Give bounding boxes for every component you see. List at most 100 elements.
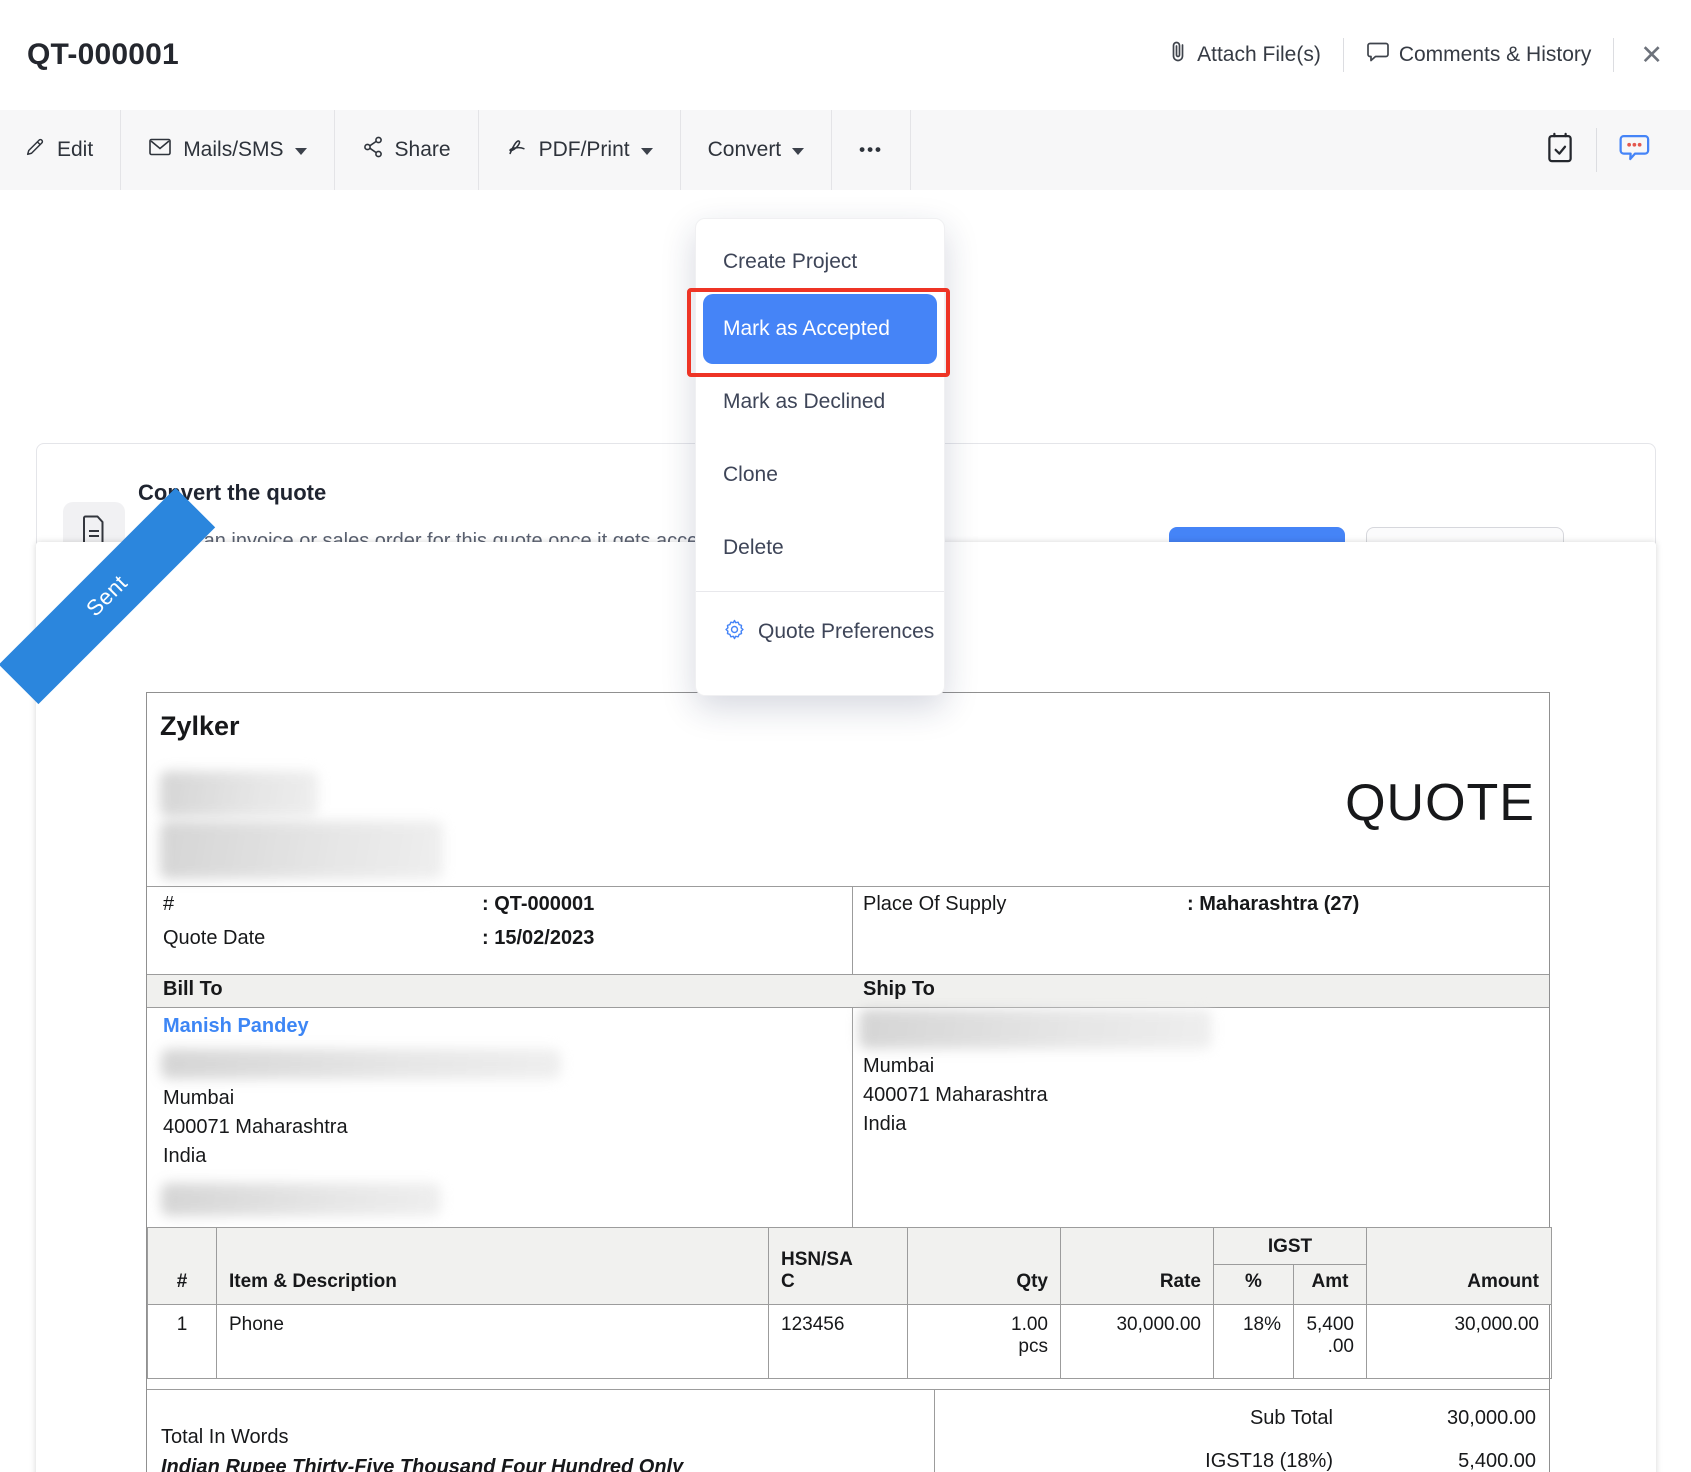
quote-date-label: Quote Date (163, 927, 265, 950)
quote-date-value: : 15/02/2023 (482, 927, 594, 950)
attach-files-label: Attach File(s) (1197, 43, 1321, 67)
app-header: QT-000001 Attach File(s) Comments & Hist… (0, 0, 1691, 111)
item-igst-pct: 18% (1214, 1305, 1294, 1379)
redacted-company-address (160, 821, 443, 879)
header-divider (1343, 38, 1344, 72)
col-header-igst-group: IGST (1214, 1228, 1367, 1265)
place-of-supply-value: : Maharashtra (27) (1187, 893, 1359, 916)
quote-preferences-label: Quote Preferences (758, 620, 934, 644)
col-header-num: # (148, 1228, 217, 1305)
gear-icon (723, 618, 746, 647)
items-table: # Item & Description HSN/SAC Qty Rate IG… (147, 1227, 1552, 1379)
item-igst-amt: 5,400 .00 (1294, 1305, 1367, 1379)
col-header-amount: Amount (1367, 1228, 1552, 1305)
edit-button[interactable]: Edit (0, 110, 121, 190)
redacted-billing-address (161, 1049, 561, 1079)
comments-history-button[interactable]: Comments & History (1366, 41, 1592, 69)
header-actions: Attach File(s) Comments & History ✕ (1168, 0, 1667, 110)
comment-bubble-icon (1366, 41, 1390, 69)
header-divider (1613, 38, 1614, 72)
quote-number-label: # (163, 893, 174, 916)
ship-country: India (863, 1113, 906, 1136)
mails-sms-label: Mails/SMS (183, 138, 283, 162)
menu-item-delete[interactable]: Delete (696, 510, 944, 586)
igst-value: 5,400.00 (1333, 1450, 1551, 1472)
bill-to-label: Bill To (163, 978, 223, 1001)
item-amount: 30,000.00 (1367, 1305, 1552, 1379)
pdf-print-label: PDF/Print (539, 138, 630, 162)
redacted-shipping-name (859, 1009, 1212, 1049)
convert-menu-button[interactable]: Convert (681, 110, 833, 190)
more-actions-button[interactable]: ••• (832, 110, 911, 190)
content-area: Convert the quote Create an invoice or s… (0, 190, 1691, 1472)
toolbar-right (1524, 110, 1673, 190)
quote-detail-page: QT-000001 Attach File(s) Comments & Hist… (0, 0, 1691, 1472)
bill-zip-state: 400071 Maharashtra (163, 1116, 348, 1139)
col-header-qty: Qty (908, 1228, 1061, 1305)
divider (147, 886, 1549, 887)
ship-to-label: Ship To (863, 978, 935, 1001)
subtotal-value: 30,000.00 (1333, 1407, 1551, 1430)
close-button[interactable]: ✕ (1636, 40, 1667, 71)
toolbar: Edit Mails/SMS Share PDF/Print Convert (0, 110, 1691, 191)
pencil-icon (24, 136, 46, 164)
igst-label: IGST18 (18%) (1205, 1450, 1333, 1472)
item-name: Phone (217, 1305, 769, 1379)
col-header-hsn: HSN/SAC (769, 1228, 908, 1305)
company-name: Zylker (160, 711, 240, 742)
pdf-icon (506, 136, 528, 164)
total-in-words-label: Total In Words (161, 1426, 288, 1449)
customer-name-link[interactable]: Manish Pandey (163, 1015, 309, 1038)
clipboard-check-icon (1545, 131, 1575, 170)
bill-country: India (163, 1145, 206, 1168)
menu-item-clone[interactable]: Clone (696, 440, 944, 510)
chevron-down-icon (641, 148, 653, 155)
item-row: 1 Phone 123456 1.00 pcs 30,000.00 18% 5,… (148, 1305, 1552, 1379)
col-header-item: Item & Description (217, 1228, 769, 1305)
menu-item-mark-as-accepted[interactable]: Mark as Accepted (703, 294, 937, 364)
chevron-down-icon (295, 148, 307, 155)
share-button[interactable]: Share (335, 110, 479, 190)
menu-item-create-project[interactable]: Create Project (696, 233, 944, 291)
document-type-heading: QUOTE (1345, 773, 1535, 833)
col-header-igst-amt: Amt (1294, 1265, 1367, 1305)
mails-sms-button[interactable]: Mails/SMS (121, 110, 334, 190)
paperclip-icon (1168, 39, 1188, 71)
redacted-company-address (160, 771, 318, 817)
divider (852, 886, 853, 1227)
comments-history-label: Comments & History (1399, 43, 1592, 67)
menu-item-quote-preferences[interactable]: Quote Preferences (696, 597, 944, 667)
item-num: 1 (148, 1305, 217, 1379)
quote-number-value: : QT-000001 (482, 893, 594, 916)
total-in-words-value: Indian Rupee Thirty-Five Thousand Four H… (161, 1456, 683, 1472)
place-of-supply-label: Place Of Supply (863, 893, 1006, 916)
envelope-icon (148, 137, 172, 163)
convert-label: Convert (708, 138, 782, 162)
bill-ship-header-band (147, 974, 1549, 1008)
subtotal-row: Sub Total 30,000.00 (934, 1407, 1551, 1430)
ship-city: Mumbai (863, 1055, 934, 1078)
edit-label: Edit (57, 138, 93, 162)
subtotal-label: Sub Total (1250, 1407, 1333, 1430)
quote-document: Zylker QUOTE # : QT-000001 Quote Date : … (146, 692, 1550, 1472)
igst-row: IGST18 (18%) 5,400.00 (934, 1450, 1551, 1472)
menu-divider (696, 591, 944, 592)
bill-city: Mumbai (163, 1087, 234, 1110)
item-hsn: 123456 (769, 1305, 908, 1379)
share-icon (362, 135, 384, 165)
page-title: QT-000001 (27, 0, 179, 110)
col-header-rate: Rate (1061, 1228, 1214, 1305)
chat-feedback-button[interactable] (1597, 133, 1673, 168)
pdf-print-button[interactable]: PDF/Print (479, 110, 681, 190)
tasks-clipboard-button[interactable] (1524, 131, 1596, 170)
more-actions-dropdown: Create Project Mark as Accepted Mark as … (695, 218, 945, 696)
redacted-email (161, 1183, 441, 1216)
menu-item-mark-as-declined[interactable]: Mark as Declined (696, 364, 944, 440)
share-label: Share (395, 138, 451, 162)
chat-bubble-icon (1618, 133, 1652, 168)
attach-files-button[interactable]: Attach File(s) (1168, 39, 1321, 71)
totals-section: Total In Words Indian Rupee Thirty-Five … (147, 1389, 1549, 1472)
item-qty: 1.00 pcs (908, 1305, 1061, 1379)
item-rate: 30,000.00 (1061, 1305, 1214, 1379)
col-header-igst-pct: % (1214, 1265, 1294, 1305)
